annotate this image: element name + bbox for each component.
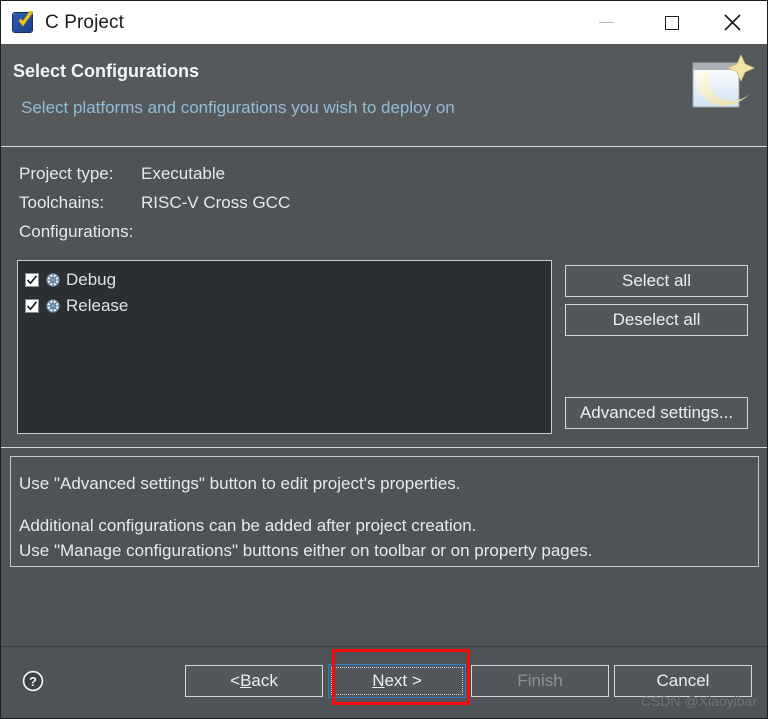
info-label: Project type:	[19, 163, 114, 183]
window-title: C Project	[45, 11, 125, 33]
info-row: Project type: Executable	[1, 159, 767, 188]
next-button[interactable]: Next >	[328, 664, 466, 698]
finish-button[interactable]: Finish	[471, 665, 609, 697]
checkbox-debug[interactable]	[25, 273, 39, 287]
next-button-suffix: ext >	[384, 671, 422, 690]
next-button-focus-ring: Next >	[331, 667, 463, 695]
eclipse-wizard-banner-icon	[692, 54, 755, 108]
list-item[interactable]: Debug	[18, 267, 551, 293]
info-row: Configurations:	[1, 217, 767, 246]
page-subtitle: Select platforms and configurations you …	[21, 98, 455, 117]
info-label: Configurations:	[19, 221, 134, 241]
project-info: Project type: Executable Toolchains: RIS…	[1, 159, 767, 246]
help-icon[interactable]: ?	[22, 670, 44, 692]
blue-check-icon	[11, 10, 37, 36]
select-all-button[interactable]: Select all	[565, 265, 748, 297]
build-config-icon	[46, 299, 60, 313]
title-bar: C Project	[1, 1, 767, 44]
note-line-2: Additional configurations can be added a…	[19, 516, 477, 535]
back-button-prefix: <	[230, 671, 241, 690]
list-item[interactable]: Release	[18, 293, 551, 319]
note-spacer	[19, 496, 758, 513]
minimize-icon[interactable]	[583, 1, 629, 44]
wizard-header: Select Configurations Select platforms a…	[1, 44, 767, 147]
checkmark-glyph	[18, 10, 34, 27]
back-button[interactable]: < Back	[185, 665, 323, 697]
close-icon[interactable]	[709, 1, 755, 44]
back-button-suffix: ack	[251, 671, 278, 690]
build-config-icon	[46, 273, 60, 287]
maximize-icon[interactable]	[649, 1, 695, 44]
list-item-label: Debug	[66, 270, 117, 289]
content-separator	[1, 447, 767, 448]
info-value: RISC-V Cross GCC	[141, 192, 291, 212]
note-line-1: Use "Advanced settings" button to edit p…	[19, 474, 461, 493]
c-project-wizard-dialog: C Project Select Configurations Select p…	[0, 0, 768, 719]
back-button-accel: B	[240, 671, 252, 690]
deselect-all-button[interactable]: Deselect all	[565, 304, 748, 336]
watermark-text: CSDN @Xiaoyibar	[640, 693, 757, 709]
page-title: Select Configurations	[13, 61, 200, 81]
header-separator	[1, 146, 767, 147]
svg-text:?: ?	[29, 674, 37, 689]
next-button-accel: N	[372, 671, 385, 690]
info-row: Toolchains: RISC-V Cross GCC	[1, 188, 767, 217]
advanced-settings-button[interactable]: Advanced settings...	[565, 397, 748, 429]
note-line-3: Use "Manage configurations" buttons eith…	[19, 541, 593, 560]
configurations-list[interactable]: Debug Release	[17, 260, 552, 434]
list-item-label: Release	[66, 296, 129, 315]
info-value: Executable	[141, 163, 226, 183]
info-note-panel: Use "Advanced settings" button to edit p…	[10, 456, 759, 567]
info-label: Toolchains:	[19, 192, 105, 212]
checkbox-release[interactable]	[25, 299, 39, 313]
